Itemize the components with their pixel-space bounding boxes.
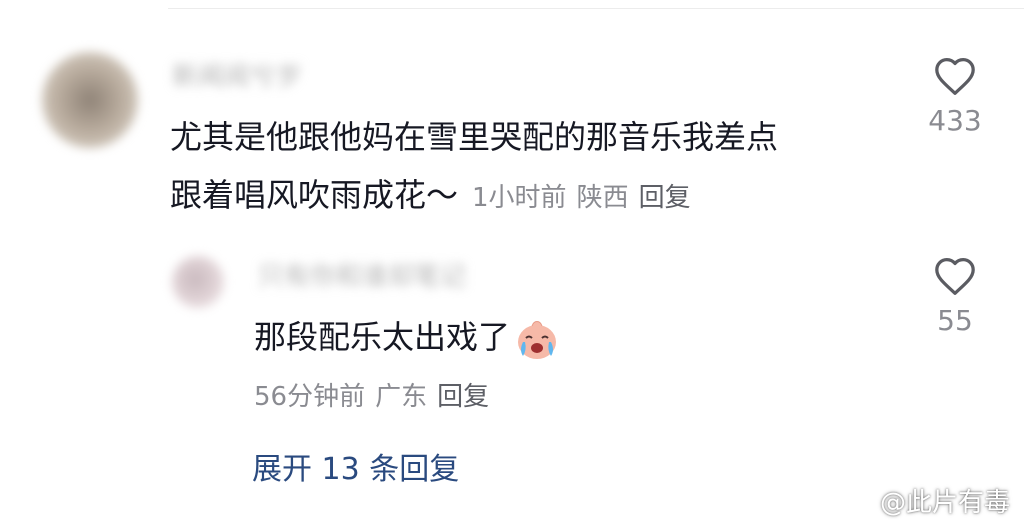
weibo-logo-icon — [842, 489, 874, 514]
reply-reply-button[interactable]: 回复 — [437, 382, 489, 412]
reply-like-button[interactable]: 55 — [910, 256, 1000, 337]
comment-text-line-2-content: 跟着唱风吹雨成花～ — [170, 176, 459, 214]
comment-like-count: 433 — [928, 104, 982, 137]
heart-outline-icon — [935, 58, 975, 95]
expand-replies-link[interactable]: 展开 13 条回复 — [252, 444, 459, 488]
reply-author-name[interactable]: 只有你和谁却笔记 — [258, 256, 466, 293]
comment-author-name[interactable]: 新闻阅兮岁 — [172, 56, 302, 93]
reply-time: 56分钟前 — [254, 382, 366, 412]
comment-time: 1小时前 — [472, 183, 567, 213]
reply-meta: 56分钟前 广东 回复 — [254, 376, 499, 413]
top-divider — [168, 8, 1024, 9]
reply-like-count: 55 — [937, 304, 973, 337]
comment-location: 陕西 — [576, 183, 629, 213]
avatar[interactable] — [42, 52, 138, 148]
comment-text-line-1: 尤其是他跟他妈在雪里哭配的那音乐我差点 — [170, 118, 779, 156]
watermark: @此片有毒 — [842, 482, 1010, 519]
comment-meta: 1小时前 陕西 回复 — [472, 183, 701, 213]
comment-body: 尤其是他跟他妈在雪里哭配的那音乐我差点 跟着唱风吹雨成花～ 1小时前 陕西 回复 — [170, 108, 778, 227]
crying-face-emoji — [518, 321, 557, 359]
watermark-text: @此片有毒 — [879, 488, 1010, 518]
comment-text-line-2: 跟着唱风吹雨成花～ 1小时前 陕西 回复 — [170, 166, 778, 227]
reply-avatar[interactable] — [172, 256, 224, 308]
reply-location: 广东 — [375, 382, 428, 412]
heart-outline-icon — [935, 258, 975, 295]
reply-text: 那段配乐太出戏了 — [254, 318, 511, 356]
comment-reply-button[interactable]: 回复 — [639, 183, 691, 213]
comment-like-button[interactable]: 433 — [910, 56, 1000, 137]
reply-body: 那段配乐太出戏了 — [254, 308, 560, 366]
